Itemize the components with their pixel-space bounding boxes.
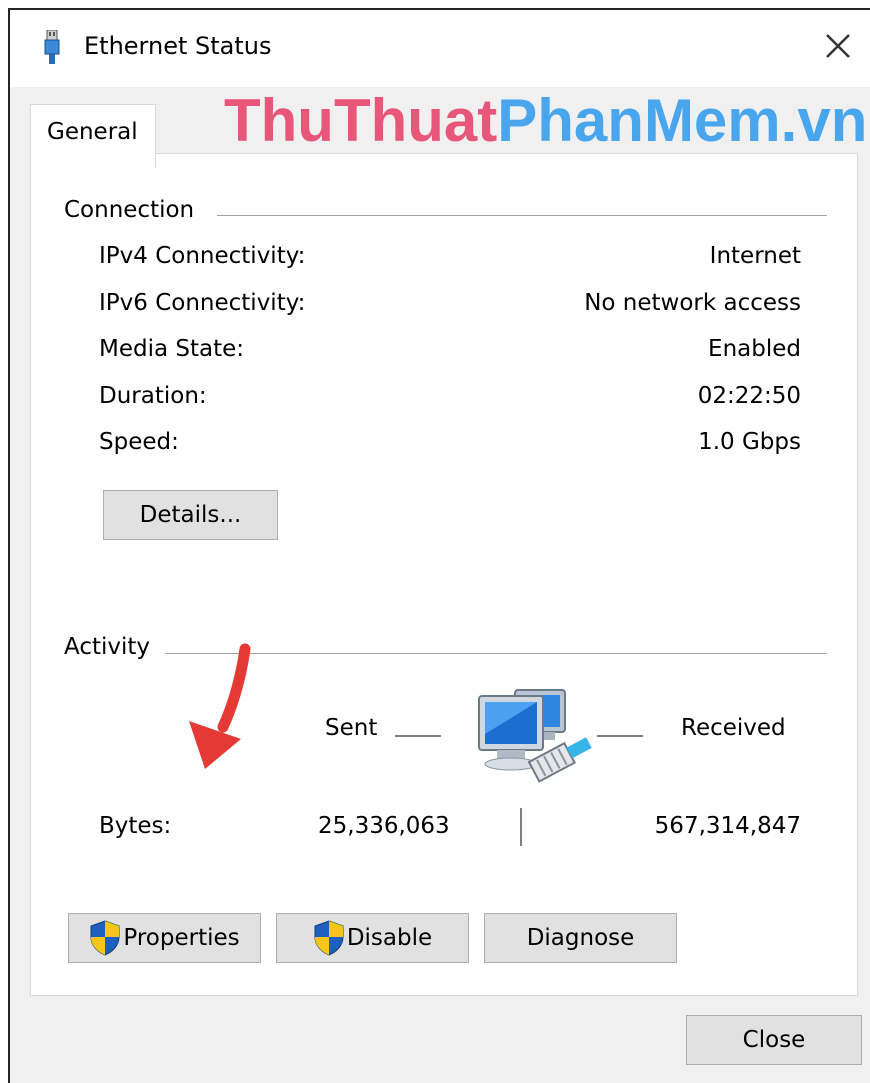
bytes-received-value: 567,314,847 [654, 813, 801, 839]
activity-heading: Activity [64, 634, 151, 660]
properties-button-label: Properties [123, 925, 240, 951]
ethernet-status-window: Ethernet Status General ThuThuatPhanMem.… [8, 8, 870, 1083]
received-line [597, 735, 643, 737]
received-label: Received [681, 715, 786, 741]
ipv6-label: IPv6 Connectivity: [99, 290, 306, 316]
connection-heading: Connection [64, 197, 195, 223]
bytes-label: Bytes: [99, 813, 172, 839]
red-arrow-annotation [189, 643, 251, 769]
close-button-label: Close [742, 1027, 806, 1053]
watermark-part2: PhanMem.vn [497, 87, 868, 154]
general-panel: Connection IPv4 Connectivity: Internet I… [30, 153, 858, 996]
ipv4-label: IPv4 Connectivity: [99, 243, 306, 269]
media-state-value: Enabled [708, 336, 801, 362]
tab-general-label: General [47, 119, 138, 145]
sent-line [395, 735, 441, 737]
diagnose-button[interactable]: Diagnose [484, 913, 677, 963]
watermark: ThuThuatPhanMem.vn [224, 86, 867, 155]
uac-shield-icon [314, 920, 344, 956]
close-icon[interactable] [820, 28, 856, 64]
connection-divider [217, 215, 827, 216]
bytes-sent-value: 25,336,063 [318, 813, 450, 839]
disable-button[interactable]: Disable [276, 913, 469, 963]
properties-button[interactable]: Properties [68, 913, 261, 963]
details-button[interactable]: Details... [103, 490, 278, 540]
ipv4-value: Internet [709, 243, 801, 269]
disable-button-label: Disable [346, 925, 433, 951]
sent-label: Sent [325, 715, 378, 741]
duration-value: 02:22:50 [697, 383, 801, 409]
speed-label: Speed: [99, 429, 179, 455]
ethernet-plug-icon [44, 30, 60, 64]
window-title: Ethernet Status [84, 32, 272, 60]
network-computers-icon [478, 689, 592, 783]
ipv6-value: No network access [584, 290, 801, 316]
uac-shield-icon [90, 920, 120, 956]
details-button-label: Details... [139, 502, 242, 528]
bytes-separator [520, 808, 522, 846]
tab-general[interactable]: General [30, 104, 156, 168]
title-bar[interactable]: Ethernet Status [10, 10, 870, 87]
close-button[interactable]: Close [686, 1015, 862, 1065]
watermark-part1: ThuThuat [224, 87, 498, 154]
diagnose-button-label: Diagnose [526, 925, 635, 951]
media-state-label: Media State: [99, 336, 245, 362]
activity-divider [165, 653, 827, 654]
speed-value: 1.0 Gbps [698, 429, 801, 455]
duration-label: Duration: [99, 383, 207, 409]
